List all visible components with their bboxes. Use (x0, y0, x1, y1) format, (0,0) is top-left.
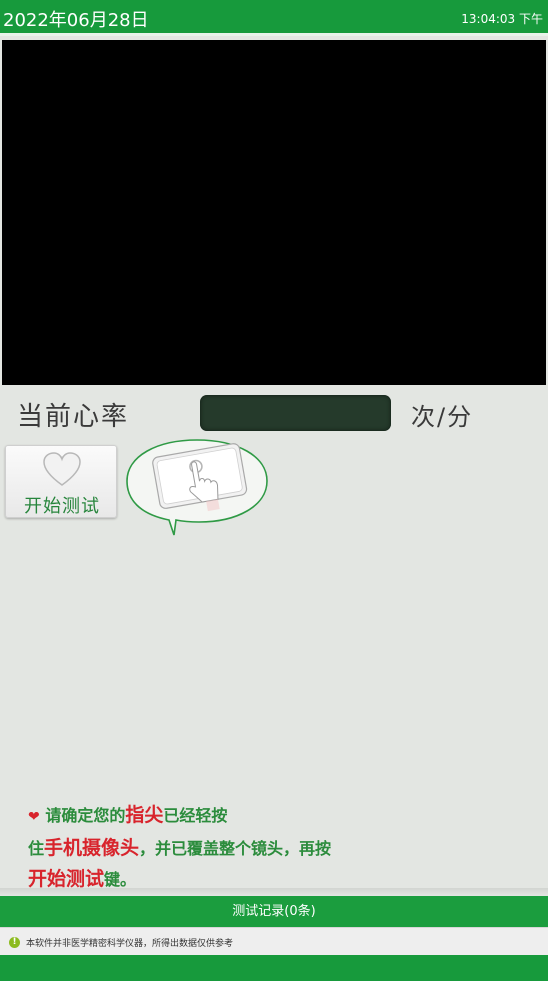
test-records-button[interactable]: 测试记录(0条) (0, 896, 548, 927)
heart-rate-display (200, 395, 391, 431)
warning-icon: ! (9, 937, 20, 948)
heart-rate-label: 当前心率 (17, 402, 130, 432)
current-date: 2022年06月28日 (3, 10, 149, 31)
heart-icon (43, 452, 81, 486)
heart-bullet-icon: ❤ (28, 809, 40, 825)
camera-preview (2, 40, 546, 385)
heart-rate-row: 当前心率 次/分 (0, 390, 548, 436)
footer-bar (0, 955, 548, 981)
start-test-label: 开始测试 (24, 496, 100, 517)
disclaimer-bar: ! 本软件并非医学精密科学仪器，所得出数据仅供参考 (0, 927, 548, 955)
disclaimer-text: 本软件并非医学精密科学仪器，所得出数据仅供参考 (26, 939, 234, 949)
status-bar: 2022年06月28日 13:04:03 下午 (0, 0, 548, 36)
current-time: 13:04:03 下午 (461, 12, 543, 26)
heart-rate-unit: 次/分 (411, 403, 474, 431)
finger-hint-bubble (126, 439, 268, 536)
start-test-button[interactable]: 开始测试 (5, 445, 117, 518)
instructions: ❤ 请确定您的指尖已经轻按 住手机摄像头，并已覆盖整个镜头，再按 开始测试键。 (28, 804, 332, 890)
divider (0, 888, 548, 896)
